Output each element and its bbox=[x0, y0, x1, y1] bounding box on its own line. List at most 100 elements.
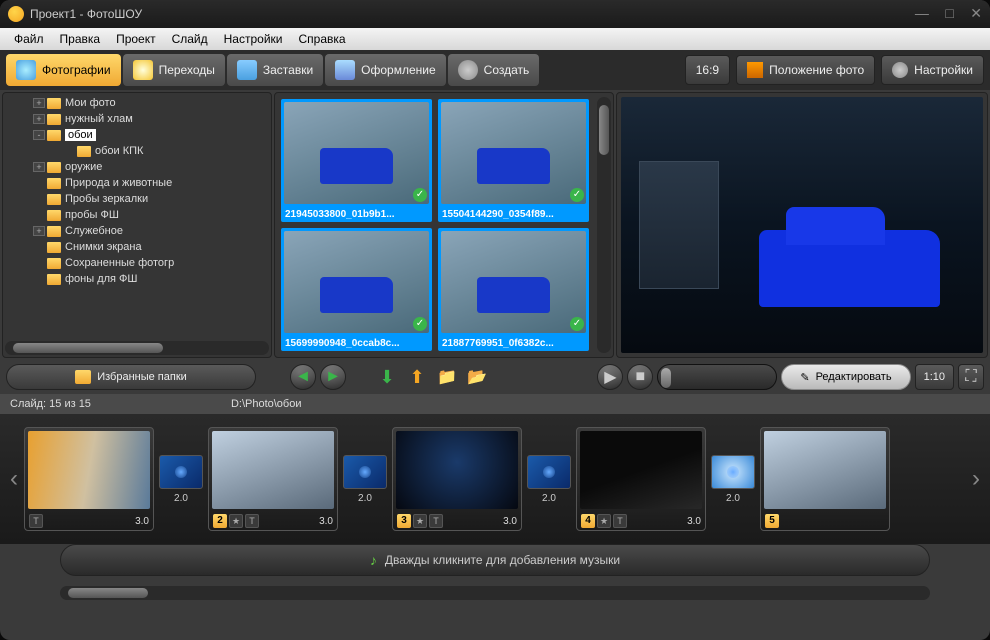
expand-icon[interactable]: + bbox=[33, 98, 45, 108]
timeline-transition[interactable]: 2.0 bbox=[706, 443, 760, 515]
seek-bar[interactable] bbox=[657, 364, 777, 390]
timeline-transition[interactable]: 2.0 bbox=[338, 443, 392, 515]
folder-item[interactable]: +Служебное bbox=[3, 223, 271, 239]
slide-prop-icon[interactable]: T bbox=[245, 514, 259, 528]
thumbs-vscrollbar[interactable] bbox=[597, 97, 611, 353]
tab-design[interactable]: Оформление bbox=[325, 54, 445, 86]
menu-slide[interactable]: Слайд bbox=[164, 32, 216, 46]
transition-duration: 2.0 bbox=[174, 493, 188, 504]
favorite-folders-button[interactable]: Избранные папки bbox=[6, 364, 256, 390]
upload-button[interactable]: ⬆ bbox=[404, 364, 430, 390]
folder-label: обои КПК bbox=[95, 145, 143, 157]
play-button[interactable]: ▶ bbox=[597, 364, 623, 390]
aspect-ratio-button[interactable]: 16:9 bbox=[685, 55, 730, 85]
menu-edit[interactable]: Правка bbox=[52, 32, 109, 46]
thumbnail-item[interactable]: ✓21945033800_01b9b1... bbox=[281, 99, 432, 222]
tab-transitions[interactable]: Переходы bbox=[123, 54, 225, 86]
folder-item[interactable]: -обои bbox=[3, 127, 271, 143]
import-folder-button[interactable]: 📁 bbox=[434, 364, 460, 390]
timeline-transition[interactable]: 2.0 bbox=[522, 443, 576, 515]
folder-icon bbox=[47, 258, 61, 269]
slide-prop-icon[interactable]: ★ bbox=[413, 514, 427, 528]
timeline-prev-button[interactable]: ‹ bbox=[4, 465, 24, 493]
timeline-slide[interactable]: 5 bbox=[760, 427, 890, 531]
menu-settings[interactable]: Настройки bbox=[216, 32, 291, 46]
music-note-icon: ♪ bbox=[370, 552, 377, 568]
photo-position-button[interactable]: Положение фото bbox=[736, 55, 875, 85]
slide-duration: 3.0 bbox=[503, 516, 517, 527]
folder-icon bbox=[47, 162, 61, 173]
transition-icon bbox=[343, 455, 387, 489]
check-icon: ✓ bbox=[413, 317, 427, 331]
slide-prop-icon[interactable]: T bbox=[29, 514, 43, 528]
thumbnail-item[interactable]: ✓21887769951_0f6382c... bbox=[438, 228, 589, 351]
tab-titles[interactable]: Заставки bbox=[227, 54, 323, 86]
add-music-bar[interactable]: ♪ Дважды кликните для добавления музыки bbox=[60, 544, 930, 576]
app-logo-icon bbox=[8, 6, 24, 22]
menu-help[interactable]: Справка bbox=[290, 32, 353, 46]
star-icon bbox=[133, 60, 153, 80]
thumbnail-item[interactable]: ✓15504144290_0354f89... bbox=[438, 99, 589, 222]
settings-button[interactable]: Настройки bbox=[881, 55, 984, 85]
thumbnail-item[interactable]: ✓ 15699990948_0ccab8c... bbox=[281, 228, 432, 351]
timeline: ‹ T3.02.02★T3.02.03★T3.02.04★T3.02.05 › bbox=[0, 414, 990, 544]
tab-create[interactable]: Создать bbox=[448, 54, 540, 86]
slide-number: 2 bbox=[213, 514, 227, 528]
folder-item[interactable]: Природа и животные bbox=[3, 175, 271, 191]
check-icon: ✓ bbox=[570, 188, 584, 202]
slide-duration: 3.0 bbox=[135, 516, 149, 527]
slide-prop-icon[interactable]: ★ bbox=[229, 514, 243, 528]
nav-forward-button[interactable]: ► bbox=[320, 364, 346, 390]
folder-item[interactable]: +Мои фото bbox=[3, 95, 271, 111]
close-button[interactable]: ✕ bbox=[970, 5, 982, 21]
folder-tree[interactable]: +Мои фото+нужный хлам-обои обои КПК +оружи… bbox=[3, 93, 271, 339]
stop-button[interactable]: ■ bbox=[627, 364, 653, 390]
download-button[interactable]: ⬇ bbox=[374, 364, 400, 390]
tree-hscrollbar[interactable] bbox=[5, 341, 269, 355]
timeline-next-button[interactable]: › bbox=[966, 465, 986, 493]
folder-item[interactable]: Пробы зеркалки bbox=[3, 191, 271, 207]
folder-item[interactable]: +нужный хлам bbox=[3, 111, 271, 127]
timeline-slide[interactable]: 2★T3.0 bbox=[208, 427, 338, 531]
minimize-button[interactable]: — bbox=[915, 5, 929, 21]
reel-icon bbox=[458, 60, 478, 80]
folder-item[interactable]: фоны для ФШ bbox=[3, 271, 271, 287]
expand-icon[interactable]: - bbox=[33, 130, 45, 140]
preview-image[interactable] bbox=[621, 97, 983, 353]
folder-icon bbox=[47, 194, 61, 205]
folder-item[interactable]: Снимки экрана bbox=[3, 239, 271, 255]
timeline-slide[interactable]: T 3.0 bbox=[24, 427, 154, 531]
folder-item[interactable]: Сохраненные фотогр bbox=[3, 255, 271, 271]
transition-icon bbox=[527, 455, 571, 489]
sunset-icon bbox=[747, 62, 763, 78]
fullscreen-button[interactable]: ⛶ bbox=[958, 364, 984, 390]
timeline-slide[interactable]: 4★T3.0 bbox=[576, 427, 706, 531]
timeline-transition[interactable]: 2.0 bbox=[154, 443, 208, 515]
tab-photos[interactable]: Фотографии bbox=[6, 54, 121, 86]
export-folder-button[interactable]: 📂 bbox=[464, 364, 490, 390]
slide-prop-icon[interactable]: T bbox=[613, 514, 627, 528]
play-icon: ▶ bbox=[604, 367, 616, 387]
arrow-right-icon: ► bbox=[325, 368, 341, 386]
seek-handle[interactable] bbox=[661, 368, 671, 388]
expand-icon[interactable]: + bbox=[33, 226, 45, 236]
slide-prop-icon[interactable]: ★ bbox=[597, 514, 611, 528]
timeline-hscrollbar[interactable] bbox=[60, 586, 930, 600]
menu-project[interactable]: Проект bbox=[108, 32, 164, 46]
expand-icon[interactable]: + bbox=[33, 114, 45, 124]
check-icon: ✓ bbox=[413, 188, 427, 202]
folder-item[interactable]: пробы ФШ bbox=[3, 207, 271, 223]
maximize-button[interactable]: □ bbox=[945, 5, 953, 21]
thumbnail-label: 15699990948_0ccab8c... bbox=[281, 336, 432, 351]
expand-icon[interactable]: + bbox=[33, 162, 45, 172]
menu-file[interactable]: Файл bbox=[6, 32, 52, 46]
edit-button[interactable]: ✎Редактировать bbox=[781, 364, 910, 390]
transition-duration: 2.0 bbox=[726, 493, 740, 504]
window-title: Проект1 - ФотоШОУ bbox=[30, 7, 903, 21]
timeline-slide[interactable]: 3★T3.0 bbox=[392, 427, 522, 531]
nav-back-button[interactable]: ◄ bbox=[290, 364, 316, 390]
folder-item[interactable]: обои КПК bbox=[3, 143, 271, 159]
slide-prop-icon[interactable]: T bbox=[429, 514, 443, 528]
folder-item[interactable]: +оружие bbox=[3, 159, 271, 175]
info-bar: Слайд: 15 из 15 D:\Photo\обои bbox=[0, 394, 990, 414]
